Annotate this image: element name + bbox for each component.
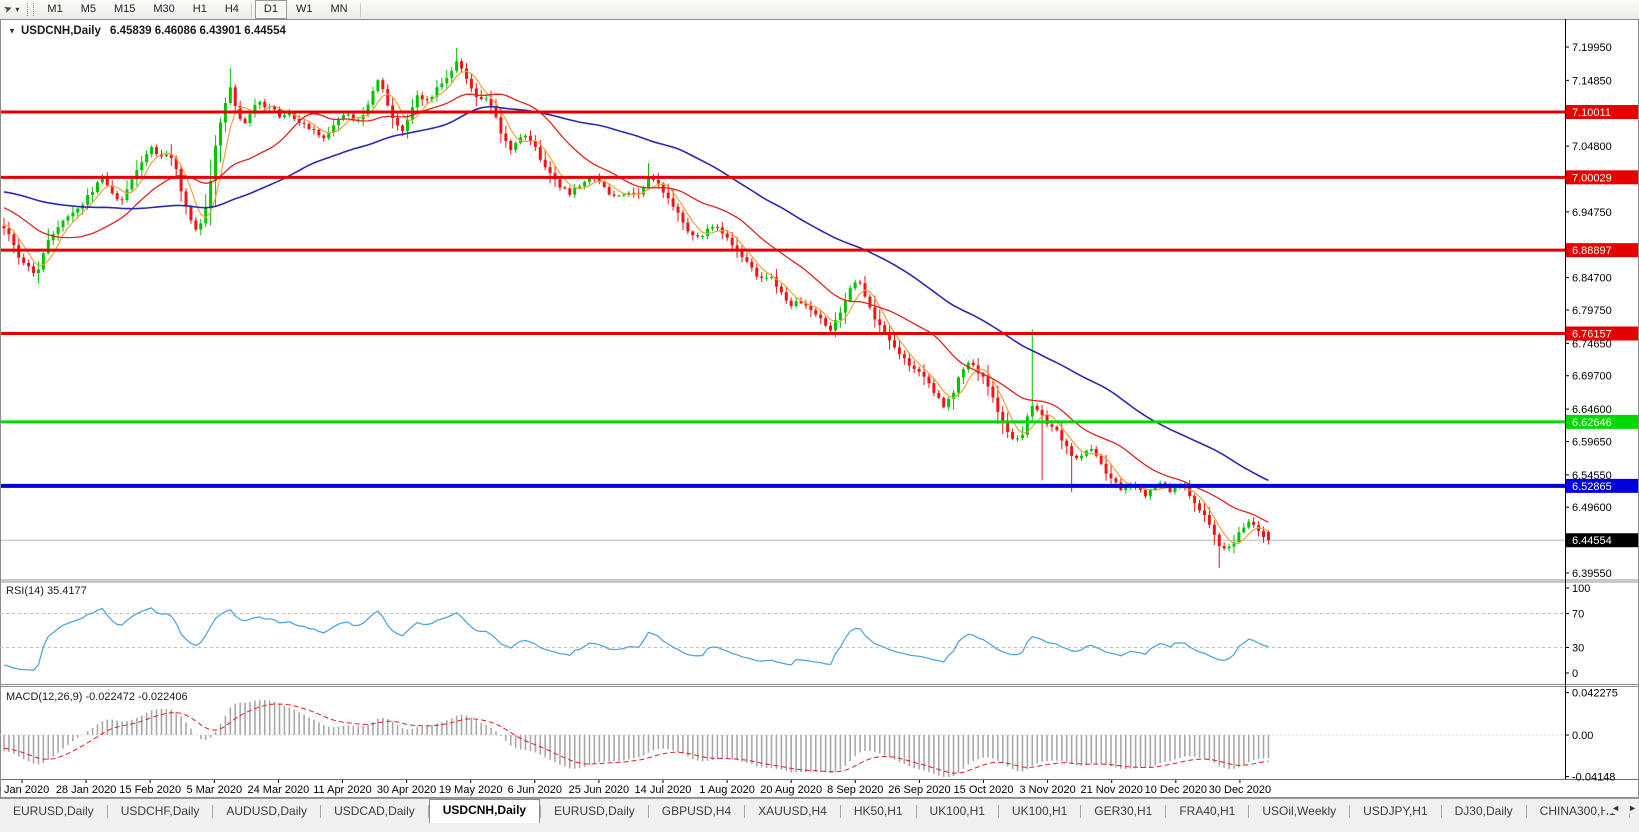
chart-tab-xauusd-h4[interactable]: XAUUSD,H4 (745, 800, 840, 822)
date-tick-label: 14 Jul 2020 (635, 784, 692, 796)
tab-scroll-arrows: ◄ ► (1605, 803, 1637, 813)
macd-histogram (3, 699, 1270, 777)
timeframe-button-h1[interactable]: H1 (184, 0, 216, 19)
timeframe-button-group: M1 M5 M15 M30 H1 H4 D1 W1 MN (38, 0, 356, 19)
collapse-indicator-icon[interactable]: ▼ (8, 27, 16, 36)
toolbar-separator (250, 2, 252, 17)
toolbar-grip[interactable] (27, 3, 35, 16)
toolbar-separator (359, 2, 361, 17)
price-level-badge-label: 6.44554 (1572, 535, 1612, 547)
chart-tab-gbpusd-h4[interactable]: GBPUSD,H4 (649, 800, 744, 822)
symbol-tab-bar: EURUSD,Daily USDCHF,Daily AUDUSD,Daily USDC… (0, 798, 1639, 832)
date-tick-label: 26 Sep 2020 (888, 784, 950, 796)
chart-tab-dj30-daily[interactable]: DJ30,Daily (1442, 800, 1526, 822)
candlesticks (2, 47, 1270, 569)
price-tick-label: 6.69700 (1572, 371, 1612, 383)
ma-5-line (3, 70, 1269, 545)
macd-tick-label: 0.042275 (1572, 688, 1618, 700)
price-tick-label: 6.59650 (1572, 436, 1612, 448)
chart-tab-fra40-h1[interactable]: FRA40,H1 (1166, 800, 1248, 822)
chart-tab-audusd-daily[interactable]: AUDUSD,Daily (213, 800, 320, 822)
chart-tab-eurusd-daily[interactable]: EURUSD,Daily (541, 800, 648, 822)
date-tick-label: 24 Mar 2020 (248, 784, 310, 796)
timeframe-button-h4[interactable]: H4 (216, 0, 248, 19)
price-tick-label: 7.04800 (1572, 141, 1612, 153)
cursor-tool-icon[interactable]: ➤ (2, 3, 14, 16)
price-level-badge-label: 7.00029 (1572, 172, 1612, 184)
top-toolbar: ➤ ▾ M1 M5 M15 M30 H1 H4 D1 W1 MN (0, 0, 1639, 20)
price-tick-label: 6.84700 (1572, 273, 1612, 285)
timeframe-button-mn[interactable]: MN (321, 0, 356, 19)
chart-window[interactable]: 7.19950 7.14850 7.04800 6.94750 6.84700 6.797… (0, 19, 1639, 798)
macd-tick-label: -0.04148 (1572, 772, 1615, 784)
date-tick-label: 28 Jan 2020 (56, 784, 117, 796)
chart-ohlc-values: 6.45839 6.46086 6.43901 6.44554 (110, 25, 286, 37)
date-tick-label: 20 Aug 2020 (760, 784, 822, 796)
price-level-badge-label: 6.88897 (1572, 245, 1612, 257)
date-tick-label: 15 Feb 2020 (119, 784, 181, 796)
chart-window-border (0, 19, 1639, 798)
chart-tab-hk50-h1[interactable]: HK50,H1 (841, 800, 916, 822)
rsi-tick-label: 100 (1572, 583, 1590, 595)
price-level-badge-label: 7.10011 (1572, 107, 1611, 119)
chart-tab-eurusd-daily[interactable]: EURUSD,Daily (0, 800, 107, 822)
chart-tab-ger30-h1[interactable]: GER30,H1 (1081, 800, 1165, 822)
chart-tab-usdchf-daily[interactable]: USDCHF,Daily (108, 800, 213, 822)
timeframe-button-m1[interactable]: M1 (38, 0, 71, 19)
price-tick-label: 6.94750 (1572, 207, 1612, 219)
chart-tab-uk100-h1[interactable]: UK100,H1 (917, 800, 998, 822)
chart-symbol-title: USDCNH,Daily (21, 25, 101, 37)
date-tick-label: 8 Sep 2020 (827, 784, 883, 796)
timeframe-button-w1[interactable]: W1 (287, 0, 322, 19)
chart-tab-usdcnh-daily[interactable]: USDCNH,Daily (428, 799, 541, 823)
timeframe-button-m15[interactable]: M15 (105, 0, 144, 19)
ma-20-line (3, 93, 1269, 523)
date-tick-label: 3 Nov 2020 (1019, 784, 1075, 796)
tab-scroll-left-icon[interactable]: ◄ (1611, 803, 1620, 813)
rsi-tick-label: 70 (1572, 609, 1584, 621)
symbol-tabs: EURUSD,Daily USDCHF,Daily AUDUSD,Daily USDC… (0, 799, 1639, 823)
chart-tab-usdjpy-h1[interactable]: USDJPY,H1 (1350, 800, 1440, 822)
date-tick-label: 6 Jun 2020 (508, 784, 562, 796)
price-tick-label: 6.49600 (1572, 502, 1612, 514)
chart-tab-usoil-weekly[interactable]: USOil,Weekly (1249, 800, 1349, 822)
rsi-line (3, 607, 1269, 671)
date-tick-label: 5 Mar 2020 (186, 784, 242, 796)
price-tick-label: 6.64600 (1572, 404, 1612, 416)
price-tick-label: 7.14850 (1572, 75, 1612, 87)
date-tick-label: 19 May 2020 (439, 784, 503, 796)
price-level-badge-label: 6.62646 (1572, 417, 1612, 429)
date-tick-label: 10 Dec 2020 (1145, 784, 1207, 796)
date-tick-label: 11 Apr 2020 (313, 784, 372, 796)
price-level-badge-label: 6.52865 (1572, 481, 1612, 493)
macd-indicator-label: MACD(12,26,9) -0.022472 -0.022406 (6, 691, 188, 703)
price-level-badge-label: 6.76157 (1572, 328, 1612, 340)
date-tick-label: 21 Nov 2020 (1081, 784, 1143, 796)
chart-canvas[interactable]: 7.19950 7.14850 7.04800 6.94750 6.84700 6.797… (0, 19, 1639, 798)
moving-averages (3, 70, 1269, 545)
chart-tab-usdcad-daily[interactable]: USDCAD,Daily (321, 800, 428, 822)
date-tick-label: 9 Jan 2020 (0, 784, 49, 796)
date-tick-label: 15 Oct 2020 (954, 784, 1014, 796)
rsi-tick-label: 0 (1572, 668, 1578, 680)
timeframe-button-d1[interactable]: D1 (254, 0, 287, 19)
chevron-down-icon[interactable]: ▾ (15, 5, 19, 14)
rsi-indicator-label: RSI(14) 35.4177 (6, 585, 87, 597)
tab-scroll-right-icon[interactable]: ► (1628, 803, 1637, 813)
price-tick-label: 6.39550 (1572, 568, 1612, 580)
rsi-tick-label: 30 (1572, 643, 1584, 655)
macd-tick-label: 0.00 (1572, 730, 1593, 742)
date-tick-label: 30 Apr 2020 (377, 784, 436, 796)
timeframe-button-m30[interactable]: M30 (144, 0, 183, 19)
price-tick-label: 7.19950 (1572, 42, 1612, 54)
macd-signal-line (3, 703, 1269, 774)
timeframe-button-m5[interactable]: M5 (72, 0, 105, 19)
date-tick-label: 1 Aug 2020 (699, 784, 755, 796)
chart-tab-uk100-h1[interactable]: UK100,H1 (999, 800, 1080, 822)
date-tick-label: 30 Dec 2020 (1209, 784, 1271, 796)
mt4-terminal: { "toolbar": { "cursor_icon_glyph": "➤",… (0, 0, 1639, 832)
price-tick-label: 6.79750 (1572, 305, 1612, 317)
date-tick-label: 25 Jun 2020 (569, 784, 630, 796)
